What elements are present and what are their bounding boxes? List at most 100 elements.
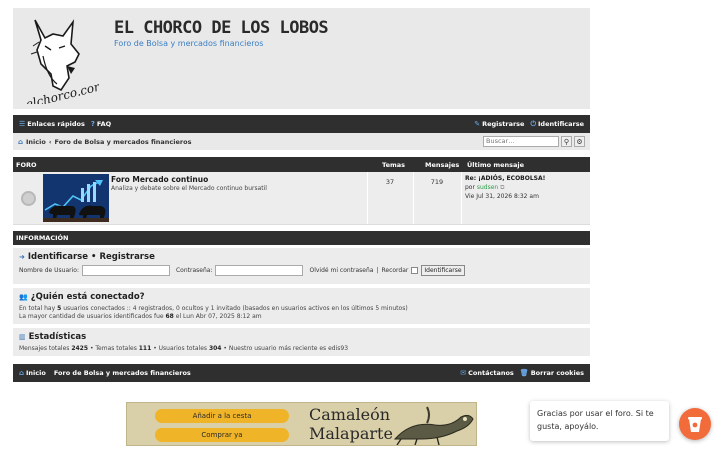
page-wrapper: elchorco.com EL CHORCO DE LOS LOBOS Foro… <box>13 8 590 382</box>
password-label: Contraseña: <box>175 267 213 274</box>
login-heading: ➜ Identificarse • Registrarse <box>19 252 584 262</box>
buy-now-button[interactable]: Comprar ya <box>155 428 289 442</box>
last-post-author: por sudsen ⧉ <box>465 183 545 192</box>
login-heading-link[interactable]: Identificarse <box>28 252 88 262</box>
footer-forum-link[interactable]: Foro de Bolsa y mercados financieros <box>54 369 191 377</box>
login-box: ➜ Identificarse • Registrarse Nombre de … <box>13 248 590 284</box>
ad-brand-line-2: Malaparte <box>309 424 393 443</box>
advanced-search-button[interactable]: ⚙ <box>574 136 585 147</box>
delete-cookies-label: Borrar cookies <box>530 369 584 377</box>
last-post-title[interactable]: Re: ¡ADIÓS, ECOBOLSA! <box>465 174 545 183</box>
forum-table-header: FORO Temas Mensajes Último mensaje <box>13 157 590 172</box>
breadcrumb-forum[interactable]: Foro de Bolsa y mercados financieros <box>55 138 192 146</box>
last-post-date: Vie Jul 31, 2026 8:32 am <box>465 193 539 200</box>
home-icon: ⌂ <box>18 137 24 146</box>
chameleon-illustration <box>393 406 474 445</box>
login-form: Nombre de Usuario: Contraseña: Olvidé mi… <box>19 265 584 276</box>
trash-icon: 🗑 <box>519 369 529 377</box>
site-description: Foro de Bolsa y mercados financieros <box>114 39 264 48</box>
stats-users: 304 <box>208 345 222 352</box>
online-line-1-end: usuarios conectados :: 4 registrados, 0 … <box>63 305 408 312</box>
login-heading-separator: • <box>91 252 97 262</box>
faq-link[interactable]: ? FAQ <box>91 120 111 128</box>
login-button[interactable]: Identificarse <box>421 265 465 276</box>
posts-count: 719 <box>430 178 444 186</box>
stats-topics-label: • Temas totales <box>89 345 137 352</box>
login-link[interactable]: ⏻ Identificarse <box>530 120 584 129</box>
remember-label: Recordar <box>381 267 409 274</box>
footer-home-label: Inicio <box>26 369 46 377</box>
wolf-logo[interactable]: elchorco.com <box>23 16 99 104</box>
register-heading-link[interactable]: Registrarse <box>99 252 154 262</box>
search-button[interactable]: ⚲ <box>561 136 572 147</box>
ad-banner[interactable]: Añadir a la cesta Comprar ya Camaleón Ma… <box>126 402 477 446</box>
stats-posts: 2425 <box>71 345 89 352</box>
info-section-header: INFORMACIÓN <box>13 231 590 245</box>
register-label: Registrarse <box>482 120 525 128</box>
online-line-2: La mayor cantidad de usuarios identifica… <box>19 313 584 321</box>
remember-checkbox[interactable] <box>411 267 419 274</box>
column-topics: Temas <box>382 160 406 169</box>
search-form: Buscar… ⚲ ⚙ <box>483 136 585 147</box>
online-heading-text[interactable]: ¿Quién está conectado? <box>31 292 145 302</box>
remember-separator: | <box>376 267 379 274</box>
online-max: 68 <box>165 313 174 320</box>
envelope-icon: ✉ <box>460 369 467 377</box>
column-forum: FORO <box>16 160 37 169</box>
question-icon: ? <box>90 120 95 128</box>
breadcrumb-home[interactable]: Inicio <box>26 138 46 146</box>
search-input[interactable]: Buscar… <box>483 136 559 147</box>
footer-navbar: ⌂ Inicio Foro de Bolsa y mercados financ… <box>13 364 590 382</box>
coffee-cup-icon <box>688 417 702 432</box>
stats-users-label: • Usuarios totales <box>153 345 208 352</box>
last-post-user[interactable]: sudsen <box>477 184 498 191</box>
ad-brand-line-1: Camaleón <box>309 405 391 424</box>
menu-icon: ☰ <box>19 120 26 128</box>
forum-title-link[interactable]: Foro Mercado continuo <box>111 175 208 184</box>
add-to-cart-button[interactable]: Añadir a la cesta <box>155 409 289 423</box>
forum-row[interactable]: Foro Mercado continuo Analiza y debate s… <box>13 172 590 225</box>
breadcrumb-separator: ‹ <box>48 137 52 146</box>
stats-newest-label: • Nuestro usuario más reciente es <box>223 345 327 352</box>
info-section-title: INFORMACIÓN <box>16 234 69 242</box>
gear-icon: ⚙ <box>576 137 583 146</box>
column-posts: Mensajes <box>425 160 460 169</box>
site-title[interactable]: EL CHORCO DE LOS LOBOS <box>114 18 329 38</box>
online-line-2-start: La mayor cantidad de usuarios identifica… <box>19 313 164 320</box>
contact-link[interactable]: ✉ Contáctanos <box>460 369 514 377</box>
forum-description: Analiza y debate sobre el Mercado contin… <box>111 185 267 192</box>
online-line-1-start: En total hay <box>19 305 56 312</box>
donate-coffee-button[interactable] <box>679 408 711 440</box>
online-count: 5 <box>57 305 62 312</box>
newest-user-link[interactable]: edis93 <box>328 345 348 352</box>
online-line-2-end: el Lun Abr 07, 2025 8:12 am <box>175 313 262 320</box>
who-is-online-box: 👥 ¿Quién está conectado? En total hay 5 … <box>13 288 590 324</box>
login-arrow-icon: ➜ <box>19 253 25 261</box>
users-icon: 👥 <box>19 293 28 301</box>
top-navbar: ☰ Enlaces rápidos ? FAQ ✎ Registrarse ⏻ … <box>13 115 590 133</box>
delete-cookies-link[interactable]: 🗑 Borrar cookies <box>520 369 584 377</box>
username-label: Nombre de Usuario: <box>19 267 79 274</box>
home-icon: ⌂ <box>19 369 25 377</box>
online-line-1: En total hay 5 usuarios conectados :: 4 … <box>19 305 584 313</box>
footer-home-link[interactable]: ⌂ Inicio <box>19 369 46 377</box>
forum-image-bull-bear[interactable] <box>43 174 109 222</box>
view-latest-post-icon[interactable]: ⧉ <box>500 184 504 191</box>
ad-brand: Camaleón Malaparte <box>309 405 393 443</box>
donation-message: Gracias por usar el foro. Si te gusta, a… <box>537 409 654 431</box>
stats-line: Mensajes totales 2425 • Temas totales 11… <box>19 345 584 353</box>
stats-heading: ▥ Estadísticas <box>19 332 584 342</box>
password-input[interactable] <box>215 265 304 276</box>
quick-links-menu[interactable]: ☰ Enlaces rápidos <box>19 120 85 128</box>
bar-chart-icon: ▥ <box>19 333 26 341</box>
forgot-password-link[interactable]: Olvidé mi contraseña <box>309 267 373 274</box>
last-post: Re: ¡ADIÓS, ECOBOLSA! por sudsen ⧉ Vie J… <box>465 174 545 201</box>
search-icon: ⚲ <box>563 137 570 146</box>
donation-popup[interactable]: Gracias por usar el foro. Si te gusta, a… <box>530 401 669 441</box>
register-link[interactable]: ✎ Registrarse <box>474 120 524 128</box>
site-header: elchorco.com EL CHORCO DE LOS LOBOS Foro… <box>13 8 590 109</box>
topics-count: 37 <box>385 178 395 186</box>
power-icon: ⏻ <box>530 119 537 128</box>
username-input[interactable] <box>81 265 170 276</box>
breadcrumb-bar: ⌂ Inicio ‹ Foro de Bolsa y mercados fina… <box>13 133 590 150</box>
